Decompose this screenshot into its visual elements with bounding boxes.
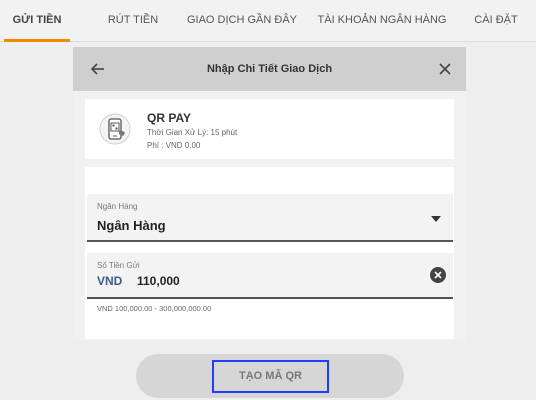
active-tab-indicator [4,39,70,42]
modal-header: Nhập Chi Tiết Giao Dịch [73,47,466,91]
deposit-form: Ngân Hàng Ngân Hàng Số Tiền Gửi VND VND … [85,167,454,339]
qr-phone-icon [99,113,131,145]
clear-icon[interactable] [429,266,447,284]
bank-select-value: Ngân Hàng [97,218,166,233]
processing-time: Thời Gian Xử Lý: 15 phút [147,128,238,137]
payment-method-box: QR PAY Thời Gian Xử Lý: 15 phút Phí : VN… [85,99,454,159]
currency-label: VND [97,274,123,288]
amount-range-hint: VND 100,000.00 - 300,000,000.00 [97,304,212,313]
amount-field-label: Số Tiền Gửi [97,261,140,270]
amount-input[interactable] [137,271,337,291]
caret-down-icon[interactable] [431,216,441,222]
close-icon[interactable] [434,58,456,80]
tab-withdraw[interactable]: RÚT TIỀN [98,0,168,42]
generate-qr-button[interactable]: TẠO MÃ QR [136,354,404,398]
tab-bar: GỬI TIỀN RÚT TIỀN GIAO DỊCH GẦN ĐÂY TÀI … [0,0,536,42]
bank-select[interactable]: Ngân Hàng Ngân Hàng [87,194,453,242]
bank-select-label: Ngân Hàng [97,202,138,211]
tab-bank-accounts[interactable]: TÀI KHOẢN NGÂN HÀNG [312,0,452,42]
arrow-left-icon[interactable] [87,58,109,80]
amount-field[interactable]: Số Tiền Gửi VND [87,253,453,299]
payment-method-name: QR PAY [147,111,192,125]
transaction-card: QR PAY Thời Gian Xử Lý: 15 phút Phí : VN… [73,91,466,341]
tab-deposit[interactable]: GỬI TIỀN [4,0,70,42]
tab-recent-transactions[interactable]: GIAO DỊCH GẦN ĐÂY [178,0,306,42]
generate-qr-button-label: TẠO MÃ QR [212,360,329,393]
tab-settings[interactable]: CÀI ĐẶT [466,0,526,42]
modal-title: Nhập Chi Tiết Giao Dịch [206,63,333,75]
fee-text: Phí : VND 0.00 [147,141,201,150]
